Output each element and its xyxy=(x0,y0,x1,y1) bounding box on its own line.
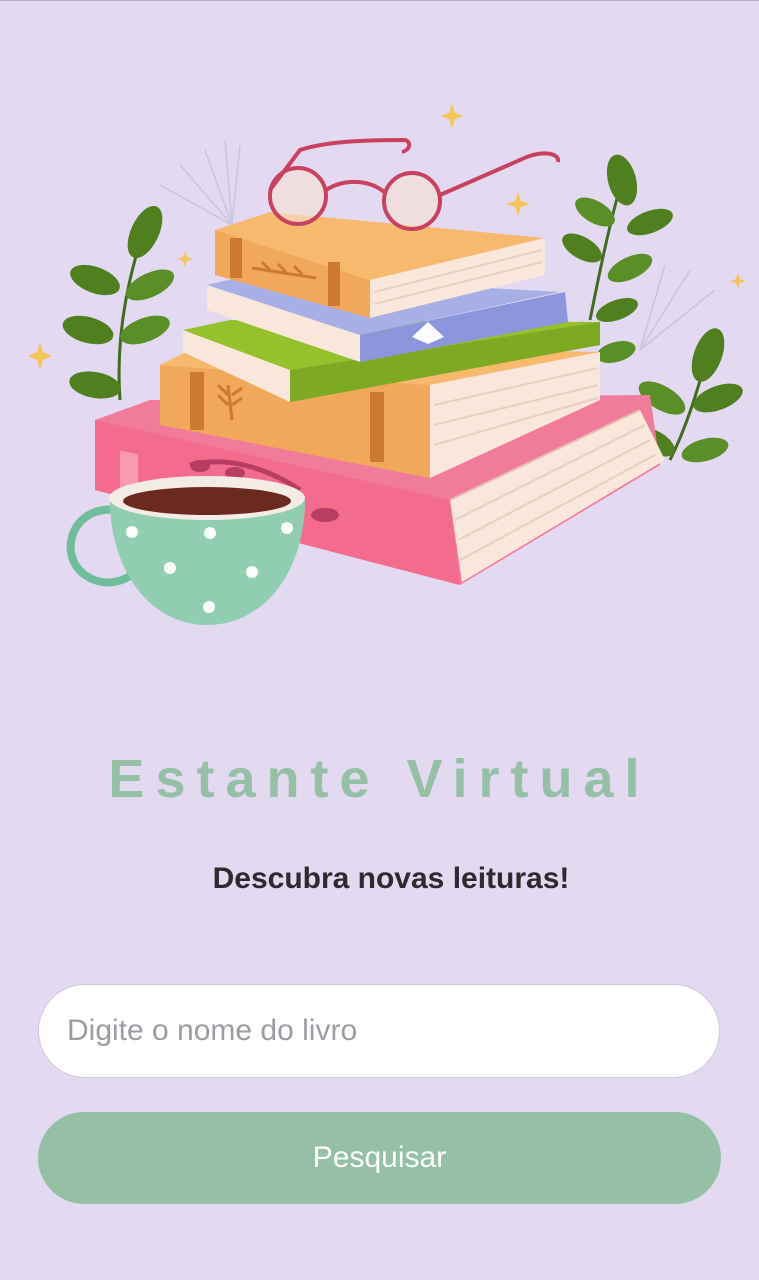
teacup-icon xyxy=(66,476,305,625)
search-button[interactable]: Pesquisar xyxy=(38,1112,721,1204)
app-title: Estante Virtual xyxy=(108,749,651,809)
books-illustration xyxy=(28,104,746,625)
search-input[interactable] xyxy=(38,984,720,1078)
status-divider xyxy=(0,0,759,1)
glasses-icon xyxy=(268,137,561,231)
app-subtitle: Descubra novas leituras! xyxy=(212,862,570,895)
